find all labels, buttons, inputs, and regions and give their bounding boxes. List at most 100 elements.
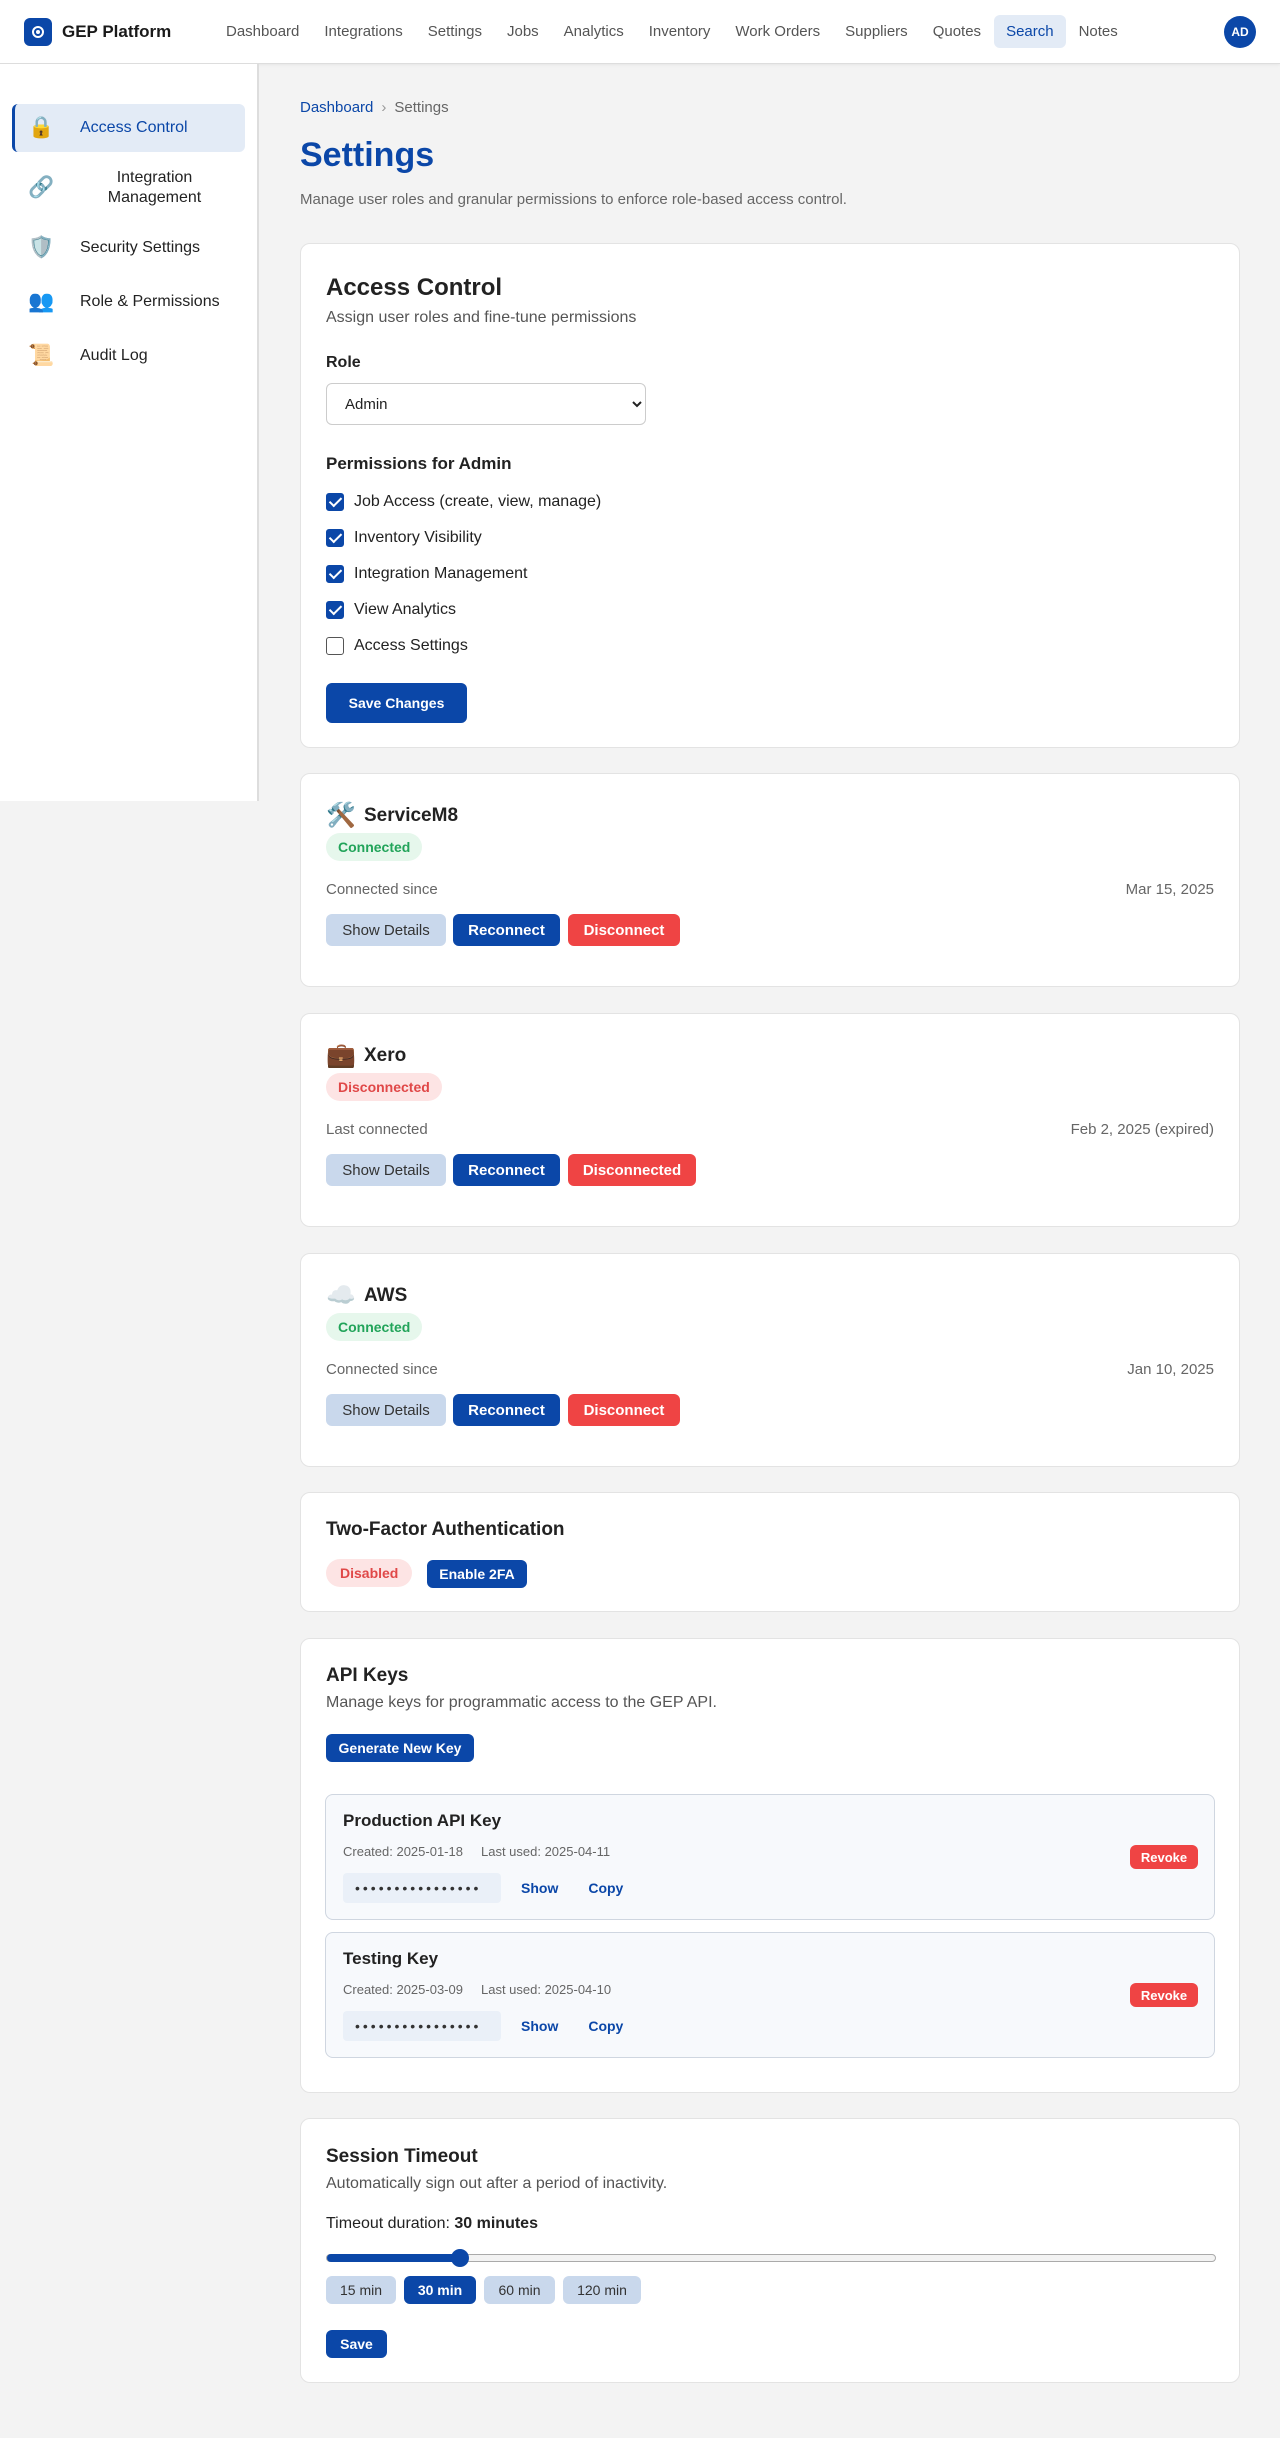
api-keys-subtitle: Manage keys for programmatic access to t… xyxy=(326,1694,717,1711)
permission-row[interactable]: Access Settings xyxy=(326,628,601,664)
lock-icon: 🔒 xyxy=(28,116,55,139)
show-key-button[interactable]: Show xyxy=(521,2018,558,2034)
timeout-slider-thumb[interactable] xyxy=(451,2249,470,2267)
integration-since-label: Connected since xyxy=(326,1361,438,1378)
sidebar-item-label: Integration Management xyxy=(107,169,202,206)
show-details-button[interactable]: Show Details xyxy=(326,1394,446,1426)
integration-connection-row: Connected since Jan 10, 2025 xyxy=(326,1361,1214,1378)
nav-item-quotes[interactable]: Quotes xyxy=(921,15,993,48)
permission-checkbox[interactable] xyxy=(326,601,344,619)
nav-item-jobs[interactable]: Jobs xyxy=(495,15,551,48)
integration-header: ☁️ AWS xyxy=(326,1281,407,1310)
permission-label: Access Settings xyxy=(354,637,468,654)
integration-since-value: Jan 10, 2025 xyxy=(1127,1361,1214,1378)
api-key-value-row: •••••••••••••••• Show Copy xyxy=(343,2011,623,2041)
reconnect-button[interactable]: Reconnect xyxy=(453,1394,560,1426)
revoke-key-button[interactable]: Revoke xyxy=(1130,1845,1198,1869)
timeout-duration-row: Timeout duration: 30 minutes xyxy=(326,2215,538,2233)
api-key-masked-value: •••••••••••••••• xyxy=(343,2011,501,2041)
permission-checkbox[interactable] xyxy=(326,529,344,547)
show-key-button[interactable]: Show xyxy=(521,1880,558,1896)
disconnect-button[interactable]: Disconnected xyxy=(568,1154,696,1186)
integration-since-value: Mar 15, 2025 xyxy=(1125,881,1214,898)
save-changes-button[interactable]: Save Changes xyxy=(326,683,467,723)
permission-row[interactable]: Integration Management xyxy=(326,556,601,592)
nav-item-inventory[interactable]: Inventory xyxy=(637,15,723,48)
reconnect-button[interactable]: Reconnect xyxy=(453,1154,560,1186)
permission-row[interactable]: Inventory Visibility xyxy=(326,520,601,556)
revoke-key-button[interactable]: Revoke xyxy=(1130,1983,1198,2007)
reconnect-button[interactable]: Reconnect xyxy=(453,914,560,946)
breadcrumb-link-dashboard[interactable]: Dashboard xyxy=(300,99,373,116)
api-key-created: Created: 2025-01-18 xyxy=(343,1844,463,1859)
permissions-list: Job Access (create, view, manage) Invento… xyxy=(326,484,601,664)
api-key-name: Testing Key xyxy=(343,1949,439,1968)
permission-checkbox[interactable] xyxy=(326,565,344,583)
nav-item-notes[interactable]: Notes xyxy=(1067,15,1130,48)
sidebar-item-role-permissions[interactable]: 👥 Role & Permissions xyxy=(12,278,245,326)
nav-item-search[interactable]: Search xyxy=(994,15,1066,48)
api-key-value-row: •••••••••••••••• Show Copy xyxy=(343,1873,623,1903)
sidebar-item-access-control[interactable]: 🔒 Access Control xyxy=(12,104,245,152)
show-details-button[interactable]: Show Details xyxy=(326,914,446,946)
scroll-icon: 📜 xyxy=(28,344,55,367)
brand[interactable]: GEP Platform xyxy=(24,17,200,46)
copy-key-button[interactable]: Copy xyxy=(588,1880,623,1896)
breadcrumb: Dashboard › Settings xyxy=(300,99,1240,116)
nav-item-integrations[interactable]: Integrations xyxy=(312,15,414,48)
sidebar-item-label: Access Control xyxy=(80,119,188,136)
session-timeout-card: Session Timeout Automatically sign out a… xyxy=(300,2118,1240,2383)
integration-header: 💼 Xero xyxy=(326,1041,406,1070)
api-key-item: Testing Key Created: 2025-03-09 Last used:… xyxy=(325,1932,1215,2058)
enable-2fa-button[interactable]: Enable 2FA xyxy=(427,1560,527,1588)
api-keys-card: API Keys Manage keys for programmatic ac… xyxy=(300,1638,1240,2093)
nav-item-settings[interactable]: Settings xyxy=(416,15,494,48)
integration-status-badge: Connected xyxy=(326,833,423,861)
generate-key-button[interactable]: Generate New Key xyxy=(326,1734,474,1762)
two-factor-card: Two-Factor Authentication Disabled Enabl… xyxy=(300,1492,1240,1612)
sidebar-item-security-settings[interactable]: 🛡️ Security Settings xyxy=(12,224,245,272)
nav-item-work-orders[interactable]: Work Orders xyxy=(723,15,832,48)
permission-checkbox[interactable] xyxy=(326,493,344,511)
brand-name: GEP Platform xyxy=(62,21,172,41)
api-key-last-used: Last used: 2025-04-11 xyxy=(480,1844,611,1859)
shield-icon: 🛡️ xyxy=(28,236,55,259)
role-label: Role xyxy=(326,354,361,371)
sidebar-item-label: Audit Log xyxy=(80,347,148,364)
timeout-option-120-min[interactable]: 120 min xyxy=(563,2276,641,2304)
disconnect-button[interactable]: Disconnect xyxy=(568,1394,680,1426)
two-factor-title: Two-Factor Authentication xyxy=(326,1519,565,1540)
timeout-option-15-min[interactable]: 15 min xyxy=(326,2276,396,2304)
page-subtitle: Manage user roles and granular permissio… xyxy=(300,191,847,208)
timeout-option-30-min[interactable]: 30 min xyxy=(404,2276,476,2304)
timeout-options: 15 min 30 min 60 min 120 min xyxy=(326,2276,649,2304)
timeout-slider[interactable] xyxy=(326,2249,1216,2267)
permission-row[interactable]: View Analytics xyxy=(326,592,601,628)
avatar[interactable]: AD xyxy=(1224,16,1256,48)
page-title: Settings xyxy=(300,136,435,174)
timeout-option-60-min[interactable]: 60 min xyxy=(484,2276,555,2304)
show-details-button[interactable]: Show Details xyxy=(326,1154,446,1186)
sidebar-item-audit-log[interactable]: 📜 Audit Log xyxy=(12,332,245,380)
copy-key-button[interactable]: Copy xyxy=(588,2018,623,2034)
permission-label: View Analytics xyxy=(354,601,456,618)
api-key-item: Production API Key Created: 2025-01-18 Las… xyxy=(325,1794,1215,1920)
nav-item-suppliers[interactable]: Suppliers xyxy=(833,15,920,48)
integration-card-aws: ☁️ AWS Connected Connected since Jan 10, 202… xyxy=(300,1253,1240,1467)
sidebar-item-integration-management[interactable]: 🔗 Integration Management xyxy=(12,158,245,218)
integration-connection-row: Last connected Feb 2, 2025 (expired) xyxy=(326,1121,1214,1138)
session-save-button[interactable]: Save xyxy=(326,2330,387,2358)
permission-checkbox[interactable] xyxy=(326,637,344,655)
integration-name: Xero xyxy=(364,1044,407,1066)
permissions-title: Permissions for Admin xyxy=(326,454,512,473)
api-key-masked-value: •••••••••••••••• xyxy=(343,1873,501,1903)
top-navigation: GEP Platform Dashboard Integrations Settin… xyxy=(0,0,1280,64)
api-key-meta: Created: 2025-03-09 Last used: 2025-04-10 xyxy=(343,1982,629,1997)
disconnect-button[interactable]: Disconnect xyxy=(568,914,680,946)
nav-item-dashboard[interactable]: Dashboard xyxy=(214,15,311,48)
permission-row[interactable]: Job Access (create, view, manage) xyxy=(326,484,601,520)
role-select[interactable]: Admin xyxy=(326,383,646,425)
nav-item-analytics[interactable]: Analytics xyxy=(552,15,636,48)
brand-logo-icon xyxy=(24,17,52,46)
permission-label: Job Access (create, view, manage) xyxy=(354,493,602,510)
